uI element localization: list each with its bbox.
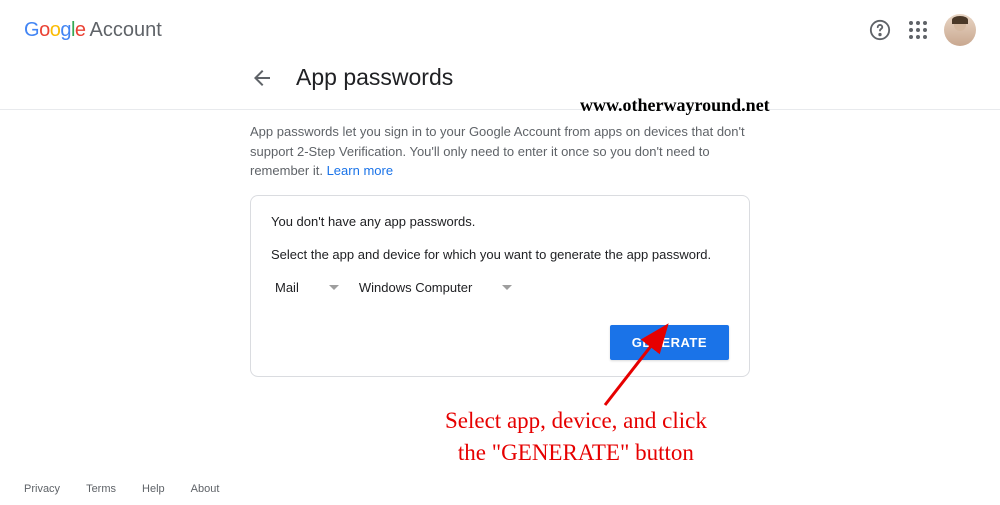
app-select[interactable]: Mail [275,280,339,295]
app-passwords-card: You don't have any app passwords. Select… [250,195,750,377]
header-right [868,14,976,46]
description: App passwords let you sign in to your Go… [250,122,750,181]
footer-terms[interactable]: Terms [86,483,116,495]
google-logo: Google [24,19,86,42]
footer-privacy[interactable]: Privacy [24,483,60,495]
generate-button[interactable]: GENERATE [610,325,729,360]
back-arrow-icon[interactable] [250,66,274,90]
learn-more-link[interactable]: Learn more [327,163,393,178]
footer: Privacy Terms Help About [24,483,219,495]
footer-about[interactable]: About [191,483,220,495]
chevron-down-icon [502,285,512,290]
empty-state-text: You don't have any app passwords. [271,214,729,229]
annotation-hint: Select app, device, and clickthe "GENERA… [445,405,707,469]
app-select-value: Mail [275,280,299,295]
device-select[interactable]: Windows Computer [359,280,512,295]
page-title: App passwords [296,64,453,91]
avatar[interactable] [944,14,976,46]
device-select-value: Windows Computer [359,280,472,295]
generate-row: GENERATE [271,325,729,360]
content: App passwords let you sign in to your Go… [0,110,1000,389]
help-icon[interactable] [868,18,892,42]
watermark-text: www.otherwayround.net [580,95,770,116]
instruction-text: Select the app and device for which you … [271,247,729,262]
header-left: Google Account [24,19,162,42]
header: Google Account [0,0,1000,60]
dropdowns-row: Mail Windows Computer [271,280,729,295]
account-label: Account [90,19,162,42]
footer-help[interactable]: Help [142,483,165,495]
apps-icon[interactable] [906,18,930,42]
chevron-down-icon [329,285,339,290]
title-bar: App passwords [0,60,1000,110]
description-text: App passwords let you sign in to your Go… [250,124,745,178]
